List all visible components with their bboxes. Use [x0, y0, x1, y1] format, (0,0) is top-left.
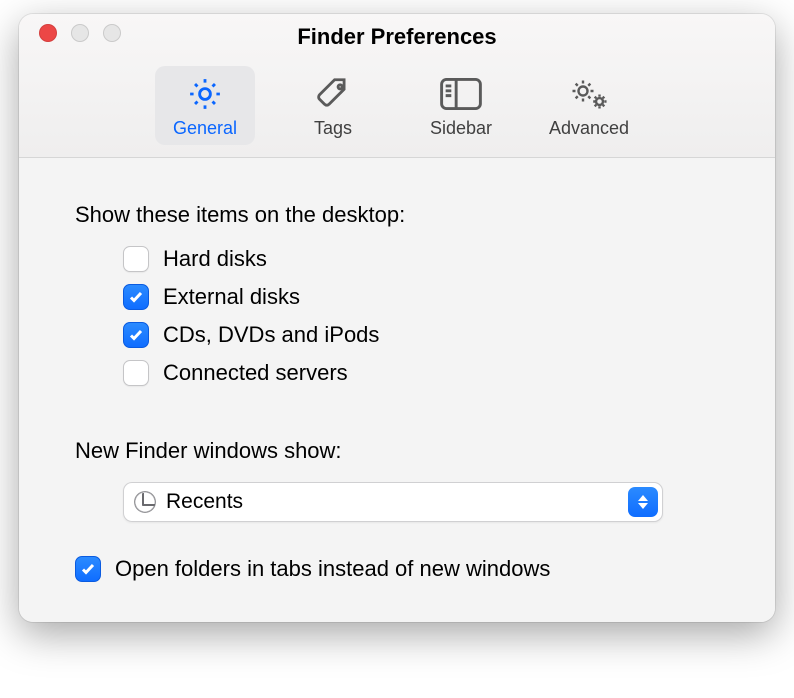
preferences-window: Finder Preferences General: [19, 14, 775, 622]
chevron-updown-icon: [628, 487, 658, 517]
tag-icon: [314, 74, 352, 114]
checkbox-label: External disks: [163, 284, 300, 310]
tab-advanced[interactable]: Advanced: [539, 66, 639, 145]
tab-sidebar[interactable]: Sidebar: [411, 66, 511, 145]
titlebar: Finder Preferences General: [19, 14, 775, 158]
checkbox-open-in-tabs[interactable]: Open folders in tabs instead of new wind…: [75, 556, 719, 582]
checkbox-icon: [123, 284, 149, 310]
new-finder-popup[interactable]: Recents: [123, 482, 663, 522]
gear-icon: [186, 74, 224, 114]
checkbox-label: CDs, DVDs and iPods: [163, 322, 379, 348]
tab-label: Advanced: [549, 118, 629, 139]
desktop-items-heading: Show these items on the desktop:: [75, 202, 719, 228]
checkbox-label: Connected servers: [163, 360, 348, 386]
gears-icon: [568, 74, 610, 114]
checkbox-connected-servers[interactable]: Connected servers: [123, 360, 719, 386]
checkbox-cds-dvds-ipods[interactable]: CDs, DVDs and iPods: [123, 322, 719, 348]
clock-icon: [134, 491, 156, 513]
new-finder-heading: New Finder windows show:: [75, 438, 719, 464]
checkbox-icon: [123, 360, 149, 386]
tab-label: Sidebar: [430, 118, 492, 139]
window-title: Finder Preferences: [19, 24, 775, 60]
minimize-button[interactable]: [71, 24, 89, 42]
checkbox-icon: [123, 322, 149, 348]
checkbox-external-disks[interactable]: External disks: [123, 284, 719, 310]
tab-label: Tags: [314, 118, 352, 139]
tab-tags[interactable]: Tags: [283, 66, 383, 145]
checkbox-icon: [123, 246, 149, 272]
traffic-lights: [19, 24, 121, 42]
toolbar: General Tags: [19, 60, 775, 157]
popup-value: Recents: [166, 490, 243, 514]
tab-general[interactable]: General: [155, 66, 255, 145]
zoom-button[interactable]: [103, 24, 121, 42]
general-pane: Show these items on the desktop: Hard di…: [19, 158, 775, 622]
close-button[interactable]: [39, 24, 57, 42]
checkbox-label: Hard disks: [163, 246, 267, 272]
checkbox-hard-disks[interactable]: Hard disks: [123, 246, 719, 272]
sidebar-icon: [440, 74, 482, 114]
checkbox-icon: [75, 556, 101, 582]
checkbox-label: Open folders in tabs instead of new wind…: [115, 556, 550, 582]
tab-label: General: [173, 118, 237, 139]
